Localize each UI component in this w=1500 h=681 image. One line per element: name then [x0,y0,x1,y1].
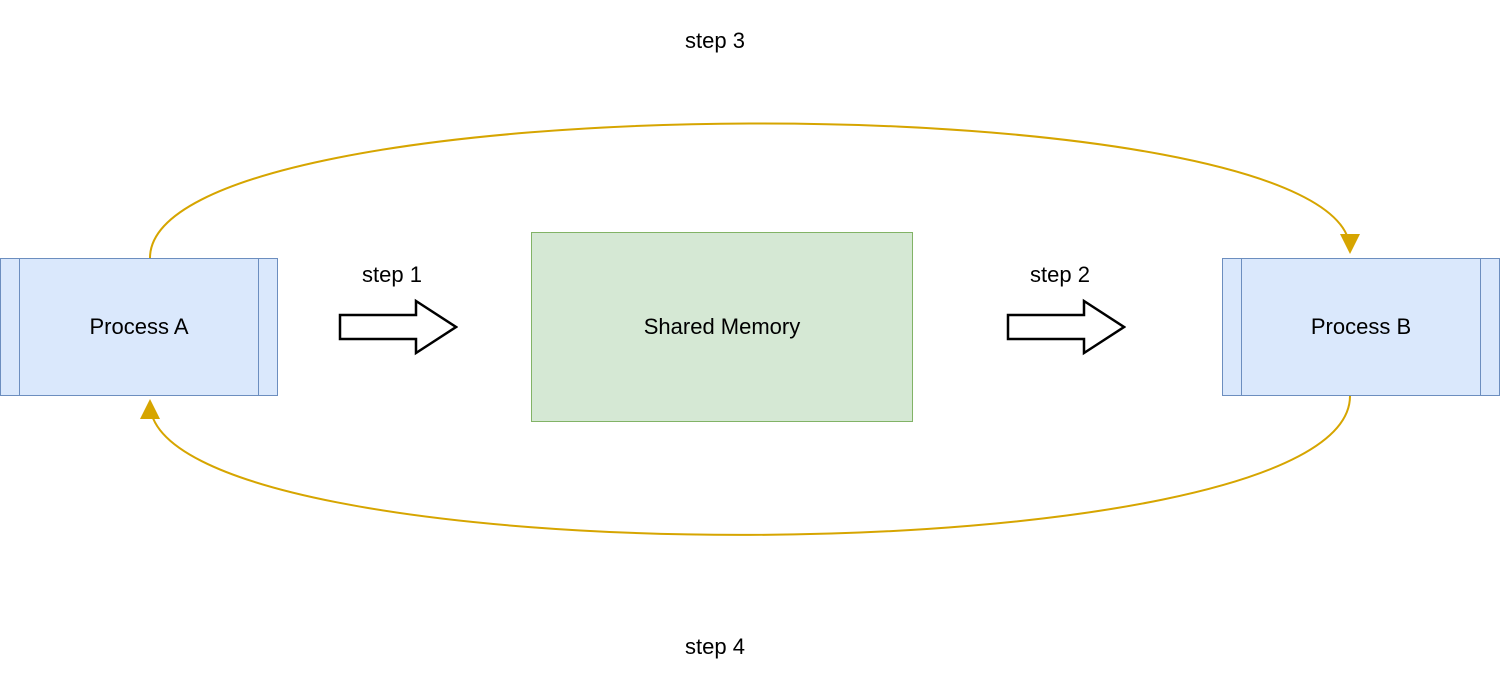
step3-label: step 3 [685,28,745,54]
shared-memory-label: Shared Memory [644,314,801,340]
arrow-step2 [1006,297,1126,357]
step2-label: step 2 [1030,262,1090,288]
step1-label: step 1 [362,262,422,288]
process-a-label: Process A [89,314,188,340]
process-a-node: Process A [0,258,278,396]
process-b-node: Process B [1222,258,1500,396]
block-arrow-icon [1006,297,1126,357]
process-b-label: Process B [1311,314,1411,340]
block-arrow-icon [338,297,458,357]
shared-memory-diagram: Process A Shared Memory Process B step 1… [0,0,1500,681]
step4-label: step 4 [685,634,745,660]
arrow-step1 [338,297,458,357]
shared-memory-node: Shared Memory [531,232,913,422]
